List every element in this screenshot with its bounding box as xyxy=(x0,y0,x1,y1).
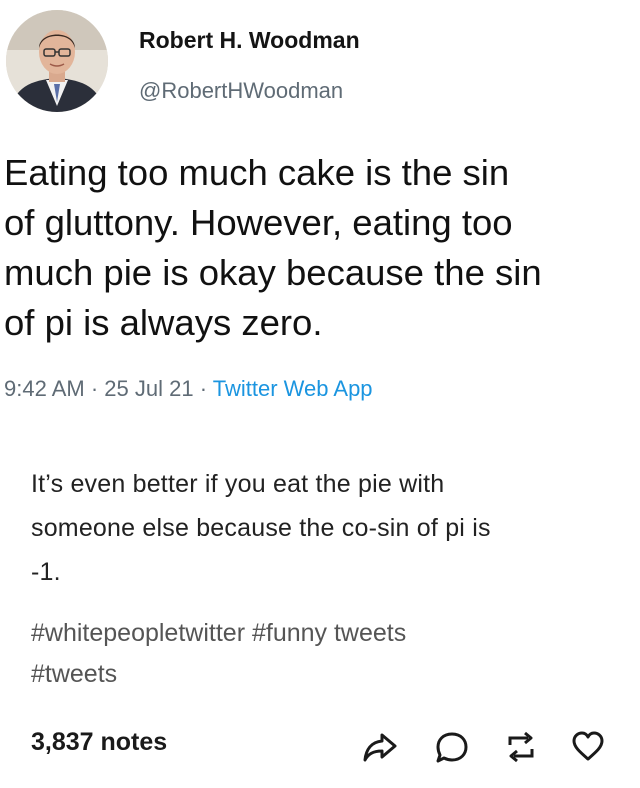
tweet-text-line: much pie is okay because the sin xyxy=(4,252,542,293)
share-icon xyxy=(363,733,397,762)
tag-link[interactable]: #whitepeopletwitter xyxy=(31,619,245,647)
meta-separator: · xyxy=(199,376,208,401)
reblog-icon xyxy=(508,731,534,763)
tweet-screenshot: Robert H. Woodman @RobertHWoodman Eating… xyxy=(0,0,640,436)
notes-count[interactable]: 3,837 notes xyxy=(31,728,167,757)
tag-link[interactable]: #tweets xyxy=(31,660,117,688)
tag-link[interactable]: #funny tweets xyxy=(252,619,406,647)
tweet-source: Twitter Web App xyxy=(212,376,373,401)
heart-icon xyxy=(572,731,604,761)
tweet-text-line: of pi is always zero. xyxy=(4,302,323,343)
share-button[interactable] xyxy=(362,727,398,767)
person-portrait-icon xyxy=(6,10,108,112)
tweet-text-line: Eating too much cake is the sin xyxy=(4,152,510,193)
reply-icon xyxy=(436,732,468,763)
tweet-date: 25 Jul 21 xyxy=(104,376,194,401)
post-caption-line: It’s even better if you eat the pie with xyxy=(31,470,445,498)
tweet-author-handle: @RobertHWoodman xyxy=(139,78,344,103)
reblog-button[interactable] xyxy=(503,727,539,767)
post-tags: #whitepeopletwitter #funny tweets #tweet… xyxy=(31,613,611,695)
post-caption-line: someone else because the co-sin of pi is xyxy=(31,514,491,542)
tweet-author-name: Robert H. Woodman xyxy=(139,27,360,53)
post-caption-line: -1. xyxy=(31,558,61,586)
tag-row: #whitepeopletwitter #funny tweets xyxy=(31,613,611,654)
reply-button[interactable] xyxy=(434,727,470,767)
tweet-metadata: 9:42 AM · 25 Jul 21 · Twitter Web App xyxy=(4,376,373,402)
like-button[interactable] xyxy=(570,727,606,767)
tweet-time: 9:42 AM xyxy=(4,376,85,401)
tag-row: #tweets xyxy=(31,654,611,695)
tweet-text: Eating too much cake is the sin of glutt… xyxy=(4,148,634,348)
post-caption: It’s even better if you eat the pie with… xyxy=(31,462,611,594)
avatar xyxy=(6,10,108,112)
meta-separator: · xyxy=(90,376,99,401)
tweet-text-line: of gluttony. However, eating too xyxy=(4,202,513,243)
